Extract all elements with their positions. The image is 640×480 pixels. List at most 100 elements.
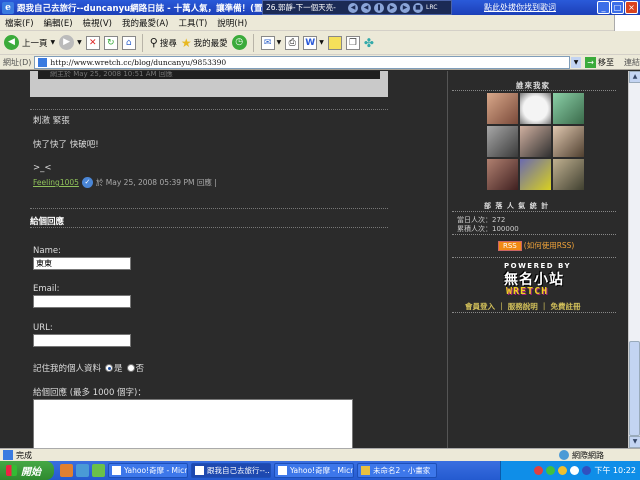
menu-help[interactable]: 說明(H) [212,17,252,29]
forward-button[interactable]: ▶ ▼ [59,35,82,50]
avatar[interactable] [520,159,551,190]
rss-button[interactable]: RSS [498,240,522,251]
visitor-avatars [487,93,587,190]
forward-icon[interactable]: ▶ [387,2,397,13]
avatar[interactable] [553,159,584,190]
ie-icon [278,466,287,475]
address-input[interactable]: http://www.wretch.cc/blog/duncanyu/98533… [34,55,571,69]
wretch-logo-en[interactable]: WRETCH [506,286,548,297]
quicklaunch-icon[interactable] [92,464,105,477]
avatar[interactable] [487,93,518,124]
ie-quicklaunch-icon[interactable] [76,464,89,477]
email-input[interactable] [33,295,131,308]
avatar[interactable] [487,126,518,157]
home-button[interactable]: ⌂ [121,35,136,50]
security-zone: 網際網路 [559,450,604,461]
remember-yes-radio[interactable] [105,364,114,372]
commenter-link[interactable]: Feeling1005 [33,178,79,187]
quick-launch [60,464,105,477]
history-button[interactable]: ◷ [231,35,247,50]
network-icon[interactable] [582,466,592,475]
word-button[interactable]: W ▼ [303,35,324,50]
avatar[interactable] [553,93,584,124]
maximize-icon[interactable]: □ [611,1,624,14]
scroll-down-icon[interactable]: ▼ [629,436,640,448]
volume-icon[interactable] [570,466,580,475]
rewind-icon[interactable]: ◀ [361,2,371,13]
lrc-label[interactable]: LRC [426,4,437,11]
address-label: 網址(D) [3,57,32,67]
stop-button[interactable]: ✕ [85,35,100,50]
back-arrow-icon: ◀ [4,35,19,50]
windows-logo [614,15,640,31]
rss-row: RSS (如何使用RSS) [498,240,574,251]
comment-textarea[interactable] [33,399,353,448]
next-icon[interactable]: ▶ [400,2,410,13]
avatar[interactable] [487,159,518,190]
task-paint[interactable]: 未命名2 - 小畫家 [357,463,437,478]
go-button[interactable]: → 移至 [585,56,614,68]
url-label: URL: [33,323,53,333]
menu-tools[interactable]: 工具(T) [173,17,212,29]
window-buttons: _ □ × [597,1,638,14]
menu-favorites[interactable]: 我的最愛(A) [117,17,173,29]
tray-icon[interactable] [546,466,556,475]
word-icon: W [303,35,318,50]
menu-file[interactable]: 檔案(F) [0,17,39,29]
quicklaunch-icon[interactable] [60,464,73,477]
chevron-down-icon[interactable]: ▼ [319,39,324,46]
prev-icon[interactable]: ◀ [348,2,358,13]
notes-button[interactable] [327,35,342,50]
comment-meta: 於 May 25, 2008 05:39 PM 回應 | [95,178,217,187]
chevron-down-icon[interactable]: ▼ [51,39,56,46]
chevron-down-icon[interactable]: ▼ [77,39,82,46]
task-yahoo-1[interactable]: Yahoo!奇摩 - Micr... [108,463,188,478]
back-button[interactable]: ◀ 上一頁 ▼ [4,35,55,50]
start-button[interactable]: 開始 [0,461,54,480]
task-label: Yahoo!奇摩 - Micr... [290,466,354,475]
pause-icon[interactable]: ❚ [374,2,384,13]
refresh-button[interactable]: ↻ [103,35,118,50]
forward-arrow-icon: ▶ [59,35,75,50]
name-label: Name: [33,246,61,256]
stop-icon[interactable]: ■ [413,2,423,13]
task-label: 未命名2 - 小畫家 [373,466,431,475]
page-content: 網主於 May 25, 2008 10:51 AM 回應 刺激 緊張 快了快了 … [0,71,628,448]
links-button[interactable]: 連結 [624,57,640,68]
avatar[interactable] [520,126,551,157]
close-icon[interactable]: × [625,1,638,14]
avatar[interactable] [520,93,551,124]
avatar[interactable] [553,126,584,157]
minimize-icon[interactable]: _ [597,1,610,14]
lyrics-search-link[interactable]: 點此处拔你找到歌词 [460,0,580,15]
favorites-button[interactable]: ★ 我的最愛 [181,36,228,50]
scroll-up-icon[interactable]: ▲ [629,71,640,83]
research-button[interactable]: ❐ [345,35,360,50]
divider [30,208,388,209]
search-button[interactable]: ⚲ 搜尋 [150,36,177,49]
sidebar-rule [452,257,616,258]
print-button[interactable]: ⎙ [285,35,300,50]
media-player[interactable]: 26.郭靜-下一個天亮- ◀ ◀ ❚ ▶ ▶ ■ LRC [262,0,452,15]
mail-button[interactable]: ✉ ▼ [260,35,282,50]
vertical-scrollbar[interactable]: ▲ ▼ [628,71,640,448]
tray-icon[interactable] [534,466,544,475]
scroll-thumb[interactable] [629,341,640,436]
sidebar-rule [452,211,616,212]
address-dropdown-icon[interactable]: ▼ [571,56,582,68]
url-input[interactable] [33,334,131,347]
task-yahoo-2[interactable]: Yahoo!奇摩 - Micr... [274,463,354,478]
menu-edit[interactable]: 編輯(E) [39,17,78,29]
back-label: 上一頁 [22,38,48,49]
sidebar-links[interactable]: 會員登入 ｜ 服務說明 ｜ 免費註冊 [465,301,580,312]
history-icon: ◷ [231,35,247,50]
tray-icon[interactable] [558,466,568,475]
chevron-down-icon[interactable]: ▼ [277,39,282,46]
messenger-button[interactable]: ✤ [364,36,374,50]
status-text: 完成 [16,450,32,460]
remember-no-radio[interactable] [126,364,135,372]
menu-view[interactable]: 檢視(V) [78,17,117,29]
task-blog[interactable]: 跟我自己去旅行--... [191,463,271,478]
rss-help-link[interactable]: (如何使用RSS) [524,240,575,251]
name-input[interactable]: 東東 [33,257,131,270]
